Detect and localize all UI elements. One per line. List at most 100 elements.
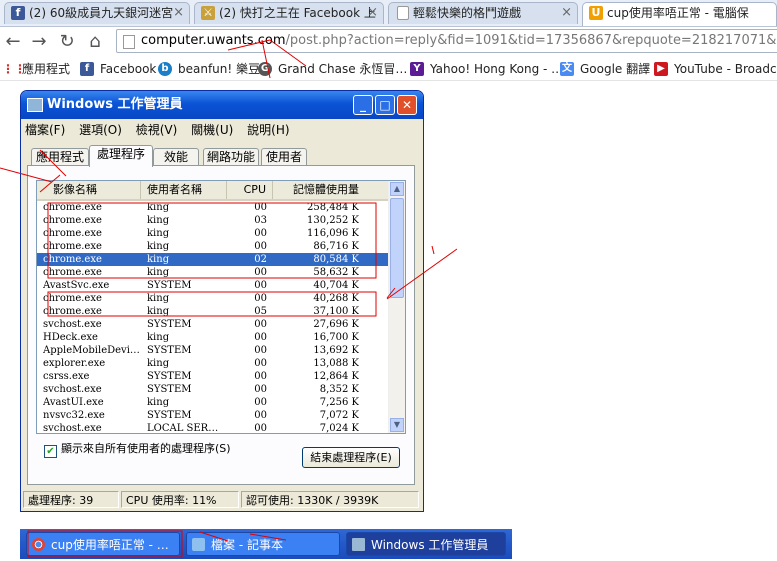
cell-user-name: LOCAL SER… [147, 423, 219, 434]
table-row[interactable]: chrome.exe king 00 116,096 K [37, 227, 389, 240]
menu-help[interactable]: 說明(H) [247, 121, 289, 139]
bookmark-facebook[interactable]: f Facebook [80, 61, 156, 77]
cell-cpu: 00 [254, 371, 267, 382]
game-icon: ⚔ [201, 6, 215, 20]
url-host: computer.uwants.com [141, 33, 286, 48]
menu-view[interactable]: 檢視(V) [136, 121, 178, 139]
cell-cpu: 00 [254, 410, 267, 421]
end-process-button[interactable]: 結束處理程序(E) [302, 447, 400, 468]
tab-networking[interactable]: 網路功能 [203, 148, 259, 166]
cell-image-name: chrome.exe [43, 215, 102, 226]
checkmark-icon[interactable]: ✔ [44, 445, 57, 458]
table-row[interactable]: chrome.exe king 02 80,584 K [37, 253, 389, 266]
annotation-stroke [431, 245, 435, 255]
tab-label: (2) 60級成員九天銀河迷宮 [29, 6, 174, 20]
tab-facebook-group[interactable]: f (2) 60級成員九天銀河迷宮 × [4, 2, 190, 24]
vertical-scrollbar[interactable]: ▲ ▼ [388, 181, 405, 433]
show-all-label: 顯示來自所有使用者的處理程序(S) [61, 442, 231, 455]
cell-image-name: chrome.exe [43, 202, 102, 213]
bookmark-google-translate[interactable]: 文 Google 翻譯 [560, 61, 650, 77]
table-row[interactable]: AvastSvc.exe SYSTEM 00 40,704 K [37, 279, 389, 292]
show-all-users-checkbox[interactable]: ✔ 顯示來自所有使用者的處理程序(S) [44, 442, 231, 458]
table-row[interactable]: nvsvc32.exe SYSTEM 00 7,072 K [37, 409, 389, 422]
scroll-up-icon[interactable]: ▲ [390, 182, 404, 196]
cell-cpu: 00 [254, 280, 267, 291]
table-row[interactable]: chrome.exe king 00 86,716 K [37, 240, 389, 253]
uwants-icon: U [589, 6, 603, 20]
forward-arrow-icon[interactable]: → [28, 31, 50, 53]
bookmark-yahoo[interactable]: Y Yahoo! Hong Kong - … [410, 61, 563, 77]
cell-cpu: 00 [254, 202, 267, 213]
menu-file[interactable]: 檔案(F) [25, 121, 65, 139]
tab-performance[interactable]: 效能 [153, 148, 199, 166]
table-row[interactable]: chrome.exe king 00 40,268 K [37, 292, 389, 305]
table-row[interactable]: AvastUI.exe king 00 7,256 K [37, 396, 389, 409]
cell-memory: 7,256 K [319, 397, 359, 408]
close-icon[interactable]: × [561, 3, 572, 23]
home-icon[interactable]: ⌂ [84, 31, 106, 53]
scroll-thumb[interactable] [390, 198, 404, 298]
tab-fighting-game[interactable]: 輕鬆快樂的格鬥遊戲 × [388, 2, 578, 24]
column-cpu[interactable]: CPU [227, 181, 273, 199]
maximize-button[interactable]: □ [375, 95, 395, 115]
back-arrow-icon[interactable]: ← [2, 31, 24, 53]
cell-image-name: nvsvc32.exe [43, 410, 105, 421]
bookmark-apps[interactable]: ⋮⋮ 應用程式 [2, 61, 70, 77]
menu-options[interactable]: 選項(O) [79, 121, 122, 139]
cell-user-name: king [147, 228, 170, 239]
table-row[interactable]: csrss.exe SYSTEM 00 12,864 K [37, 370, 389, 383]
cell-image-name: chrome.exe [43, 293, 102, 304]
table-row[interactable]: chrome.exe king 05 37,100 K [37, 305, 389, 318]
table-row[interactable]: chrome.exe king 00 58,632 K [37, 266, 389, 279]
browser-tab-strip: f (2) 60級成員九天銀河迷宮 × ⚔ (2) 快打之王在 Facebook… [0, 0, 777, 27]
tab-users[interactable]: 使用者 [261, 148, 307, 166]
cell-user-name: SYSTEM [147, 345, 192, 356]
table-row[interactable]: chrome.exe king 03 130,252 K [37, 214, 389, 227]
process-list[interactable]: 影像名稱 使用者名稱 CPU 記憶體使用量 chrome.exe king 00 25… [36, 180, 406, 434]
close-icon[interactable]: × [173, 3, 184, 23]
tab-label: (2) 快打之王在 Facebook 上 [219, 6, 376, 20]
tab-applications[interactable]: 應用程式 [31, 148, 89, 166]
minimize-button[interactable]: _ [353, 95, 373, 115]
menu-shutdown[interactable]: 關機(U) [191, 121, 233, 139]
table-row[interactable]: svchost.exe LOCAL SER… 00 7,024 K [37, 422, 389, 434]
table-row[interactable]: AppleMobileDevi… SYSTEM 00 13,692 K [37, 344, 389, 357]
taskbar-item-taskmgr[interactable]: Windows 工作管理員 [346, 532, 506, 556]
cell-user-name: king [147, 215, 170, 226]
table-row[interactable]: svchost.exe SYSTEM 00 8,352 K [37, 383, 389, 396]
table-row[interactable]: chrome.exe king 00 258,484 K [37, 201, 389, 214]
chrome-icon [32, 538, 45, 551]
close-icon[interactable]: × [367, 3, 378, 23]
scroll-down-icon[interactable]: ▼ [390, 418, 404, 432]
taskbar-item-chrome[interactable]: cup使用率唔正常 - … [26, 532, 180, 556]
tab-processes[interactable]: 處理程序 [89, 145, 153, 167]
cell-cpu: 00 [254, 241, 267, 252]
table-row[interactable]: svchost.exe SYSTEM 00 27,696 K [37, 318, 389, 331]
cell-image-name: svchost.exe [43, 423, 102, 434]
window-titlebar[interactable]: Windows 工作管理員 _ □ ✕ [21, 91, 423, 119]
reload-icon[interactable]: ↻ [56, 31, 78, 53]
column-memory[interactable]: 記憶體使用量 [273, 181, 365, 199]
cell-cpu: 00 [254, 332, 267, 343]
taskmgr-icon [352, 538, 365, 551]
cell-cpu: 00 [254, 423, 267, 434]
bookmark-grandchase[interactable]: G Grand Chase 永恆冒… [258, 61, 407, 77]
task-manager-window: Windows 工作管理員 _ □ ✕ 檔案(F) 選項(O) 檢視(V) 關機… [20, 90, 424, 512]
cell-image-name: explorer.exe [43, 358, 106, 369]
bookmark-beanfun[interactable]: b beanfun! 樂豆 [158, 61, 260, 77]
column-image-name[interactable]: 影像名稱 [37, 181, 141, 199]
bookmark-label: Grand Chase 永恆冒… [278, 62, 408, 76]
column-user-name[interactable]: 使用者名稱 [141, 181, 227, 199]
youtube-icon: ▶ [654, 62, 668, 76]
tab-uwants-active[interactable]: U cup使用率唔正常 - 電腦保 [582, 2, 777, 26]
taskbar-item-notepad[interactable]: 檔案 - 記事本 [186, 532, 340, 556]
table-row[interactable]: explorer.exe king 00 13,088 K [37, 357, 389, 370]
cell-memory: 58,632 K [313, 267, 359, 278]
bookmark-youtube[interactable]: ▶ YouTube - Broadcast [654, 61, 777, 77]
close-button[interactable]: ✕ [397, 95, 417, 115]
table-row[interactable]: HDeck.exe king 00 16,700 K [37, 331, 389, 344]
tab-kof-facebook[interactable]: ⚔ (2) 快打之王在 Facebook 上 × [194, 2, 384, 24]
address-bar[interactable]: computer.uwants.com/post.php?action=repl… [116, 29, 777, 53]
cell-memory: 37,100 K [313, 306, 359, 317]
tab-label: 輕鬆快樂的格鬥遊戲 [413, 6, 522, 20]
